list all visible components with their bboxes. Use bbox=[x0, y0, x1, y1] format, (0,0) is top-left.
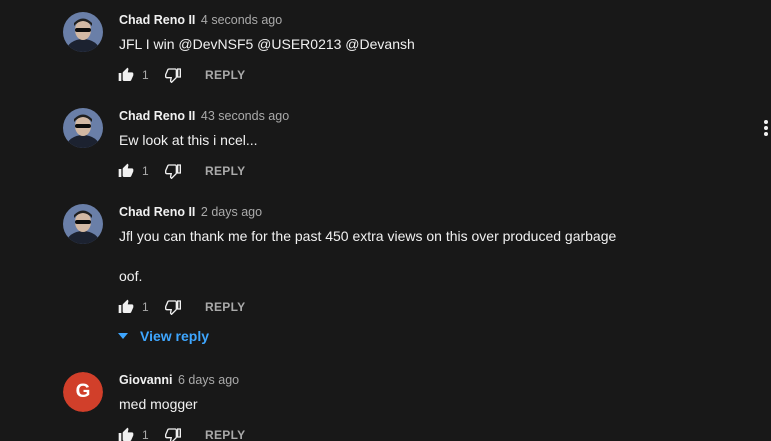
comment-header: Chad Reno II 2 days ago bbox=[119, 203, 262, 221]
thumbs-down-icon[interactable] bbox=[165, 163, 181, 179]
more-vert-icon[interactable] bbox=[762, 119, 770, 137]
thumbs-up-icon[interactable] bbox=[118, 67, 134, 83]
profile-photo-icon bbox=[63, 12, 103, 52]
comment-actions: 1 REPLY bbox=[118, 161, 418, 181]
comment-actions: 1 REPLY bbox=[118, 297, 418, 317]
thumbs-down-icon[interactable] bbox=[165, 299, 181, 315]
reply-button[interactable]: REPLY bbox=[205, 65, 245, 85]
avatar[interactable]: G bbox=[63, 372, 103, 412]
like-count: 1 bbox=[142, 164, 149, 178]
thumbs-up-icon[interactable] bbox=[118, 163, 134, 179]
thumbs-down-icon[interactable] bbox=[165, 427, 181, 441]
thumbs-up-icon[interactable] bbox=[118, 427, 134, 441]
comment-timestamp[interactable]: 2 days ago bbox=[201, 205, 262, 219]
view-replies-label: View reply bbox=[140, 328, 210, 344]
avatar[interactable] bbox=[63, 108, 103, 148]
comment-header: Chad Reno II 4 seconds ago bbox=[119, 11, 282, 29]
like-count: 1 bbox=[142, 68, 149, 82]
like-count: 1 bbox=[142, 428, 149, 441]
avatar-letter: G bbox=[63, 372, 103, 412]
author-name[interactable]: Chad Reno II bbox=[119, 205, 195, 219]
comment-text: Ew look at this i ncel... bbox=[119, 132, 258, 148]
reply-button[interactable]: REPLY bbox=[205, 161, 245, 181]
avatar[interactable] bbox=[63, 204, 103, 244]
reply-button[interactable]: REPLY bbox=[205, 297, 245, 317]
comment-timestamp[interactable]: 4 seconds ago bbox=[201, 13, 282, 27]
thumbs-down-icon[interactable] bbox=[165, 67, 181, 83]
like-count: 1 bbox=[142, 300, 149, 314]
author-name[interactable]: Giovanni bbox=[119, 373, 172, 387]
author-name[interactable]: Chad Reno II bbox=[119, 13, 195, 27]
comment-timestamp[interactable]: 6 days ago bbox=[178, 373, 239, 387]
author-name[interactable]: Chad Reno II bbox=[119, 109, 195, 123]
reply-button[interactable]: REPLY bbox=[205, 425, 245, 441]
comment-thread: Chad Reno II 4 seconds ago JFL I win @De… bbox=[0, 0, 771, 441]
comment-text: med mogger bbox=[119, 396, 198, 412]
thumbs-up-icon[interactable] bbox=[118, 299, 134, 315]
comment-actions: 1 REPLY bbox=[118, 425, 418, 441]
comment-header: Chad Reno II 43 seconds ago bbox=[119, 107, 289, 125]
profile-photo-icon bbox=[63, 108, 103, 148]
comment-text: JFL I win @DevNSF5 @USER0213 @Devansh bbox=[119, 36, 415, 52]
comment-header: Giovanni 6 days ago bbox=[119, 371, 239, 389]
chevron-down-icon bbox=[118, 333, 128, 339]
profile-photo-icon bbox=[63, 204, 103, 244]
comment-timestamp[interactable]: 43 seconds ago bbox=[201, 109, 289, 123]
comment-actions: 1 REPLY bbox=[118, 65, 418, 85]
comment-text: Jfl you can thank me for the past 450 ex… bbox=[119, 228, 617, 244]
avatar[interactable] bbox=[63, 12, 103, 52]
comment-text: oof. bbox=[119, 268, 143, 284]
